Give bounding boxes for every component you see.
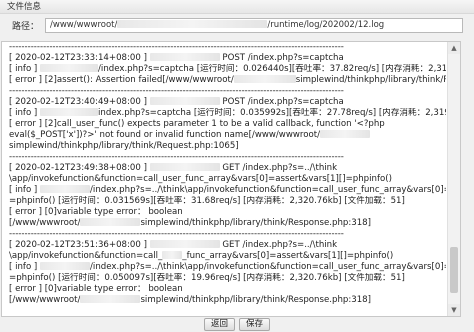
log-content-box[interactable]: ----------------------------------------…	[1, 41, 461, 317]
log-line: ----------------------------------------…	[9, 152, 446, 163]
log-line-text: [ info ]	[9, 108, 41, 118]
log-line-text: =phpinfo() [运行时间：0.031569s][吞吐率：31.68req…	[9, 196, 405, 206]
redacted-segment	[320, 130, 371, 138]
log-text: ----------------------------------------…	[9, 42, 446, 306]
log-line-rest: GET /index.php?s=../\think	[219, 240, 338, 250]
redacted-path-segment	[117, 19, 268, 28]
path-row: 路径： /www/wwwroot/ /runtime/log/202002/12.…	[0, 14, 474, 36]
back-button[interactable]: 返回	[203, 318, 235, 331]
log-line-text: ----------------------------------------…	[9, 42, 344, 52]
log-line-rest: /index.php?s=captcha [运行时间：0.026440s][吞吐…	[98, 64, 446, 74]
log-line: \app/invokefunction&function=call_user_f…	[9, 174, 446, 185]
button-row: 返回 保存	[0, 318, 474, 332]
log-line: [ info ] /index.php?s=../\think\app/invo…	[9, 185, 446, 196]
log-line-text: \app/invokefunction&function=call_	[9, 251, 163, 261]
redacted-segment	[40, 262, 91, 270]
log-line: [ error ] [2]call_user_func() expects pa…	[9, 119, 446, 152]
log-line: [ 2020-02-12T23:51:36+08:00 ] GET /index…	[9, 240, 446, 251]
log-line-text: ----------------------------------------…	[9, 152, 344, 162]
scrollbar-thumb[interactable]	[450, 247, 458, 293]
log-line-text: [ info ]	[9, 185, 41, 195]
log-line-rest: simplewind/thinkphp/library/think/Reques…	[9, 141, 239, 151]
log-line-text: [/www/wwwroot/	[9, 295, 81, 305]
log-line: [ info ] /index.php?s=../\think\app/invo…	[9, 262, 446, 273]
log-line-text: [ error ] [0]variable type error： boolea…	[9, 284, 183, 294]
log-line: [ 2020-02-12T23:49:38+08:00 ] GET /index…	[9, 163, 446, 174]
log-line-rest: _func_array&vars[0]=assert&vars[1][]=php…	[182, 251, 394, 261]
log-line-text: =phpinfo() [运行时间：0.050097s][吞吐率：19.96req…	[9, 273, 405, 283]
log-line-rest: simplewind/thinkphp/library/think/Respon…	[140, 295, 371, 305]
redacted-segment	[162, 251, 183, 259]
path-label: 路径：	[12, 21, 40, 32]
log-line-text: [ 2020-02-12T23:49:38+08:00 ]	[9, 163, 150, 173]
log-line-rest: POST /index.php?s=captcha	[219, 53, 344, 63]
log-line: ----------------------------------------…	[9, 229, 446, 240]
redacted-segment	[40, 64, 99, 72]
log-line-text: [ info ]	[9, 262, 41, 272]
log-line: [/www/wwwroot/simplewind/thinkphp/librar…	[9, 218, 446, 229]
log-line-text: [ 2020-02-12T23:40:49+08:00 ]	[9, 97, 150, 107]
file-info-section-title: 文件信息	[0, 0, 474, 14]
redacted-segment	[233, 75, 296, 83]
triangle-up-icon[interactable]: ▲	[448, 42, 460, 54]
log-line-rest: GET /index.php?s=../\think	[219, 163, 338, 173]
log-line: [ 2020-02-12T23:33:14+08:00 ] POST /inde…	[9, 53, 446, 64]
path-field[interactable]: /www/wwwroot/ /runtime/log/202002/12.log	[45, 17, 464, 33]
log-line-rest: index.php?s=captcha [运行时间：0.035992s][吞吐率…	[98, 108, 446, 118]
log-line-rest: POST /index.php?s=captcha	[219, 97, 344, 107]
log-line-text: [ info ]	[9, 64, 41, 74]
redacted-segment	[149, 97, 220, 105]
redacted-segment	[40, 108, 99, 116]
path-suffix: /runtime/log/202002/12.log	[267, 19, 385, 30]
log-line: \app/invokefunction&function=call_ _func_…	[9, 251, 446, 262]
log-line-text: [ error ] [0]variable type error： boolea…	[9, 207, 183, 217]
log-line: ----------------------------------------…	[9, 42, 446, 53]
log-line: ----------------------------------------…	[9, 86, 446, 97]
log-line-text: [/www/wwwroot/	[9, 218, 81, 228]
log-line-rest: simplewind/thinkphp/library/think/Reques…	[295, 75, 446, 85]
redacted-segment	[80, 295, 141, 303]
log-line: [ 2020-02-12T23:40:49+08:00 ] POST /inde…	[9, 97, 446, 108]
log-line-text: [ 2020-02-12T23:33:14+08:00 ]	[9, 53, 150, 63]
path-prefix: /www/wwwroot/	[50, 19, 118, 30]
log-line-rest: /index.php?s=../\think\app/invokefunctio…	[90, 262, 446, 272]
log-line-text: ----------------------------------------…	[9, 86, 344, 96]
log-line: =phpinfo() [运行时间：0.050097s][吞吐率：19.96req…	[9, 273, 446, 284]
log-line-text: \app/invokefunction&function=call_user_f…	[9, 174, 392, 184]
redacted-segment	[149, 53, 220, 61]
save-button[interactable]: 保存	[239, 318, 271, 331]
redacted-segment	[80, 218, 141, 226]
log-line-text: [ 2020-02-12T23:51:36+08:00 ]	[9, 240, 150, 250]
triangle-down-icon[interactable]: ▼	[448, 304, 460, 316]
log-line: [ error ] [0]variable type error： boolea…	[9, 284, 446, 295]
log-line: [/www/wwwroot/simplewind/thinkphp/librar…	[9, 295, 446, 306]
log-line: [ error ] [2]assert(): Assertion failed[…	[9, 75, 446, 86]
log-line: [ error ] [0]variable type error： boolea…	[9, 207, 446, 218]
log-line-text: ----------------------------------------…	[9, 229, 344, 239]
log-line: [ info ] /index.php?s=captcha [运行时间：0.02…	[9, 64, 446, 75]
log-line: [ info ] index.php?s=captcha [运行时间：0.035…	[9, 108, 446, 119]
log-line: =phpinfo() [运行时间：0.031569s][吞吐率：31.68req…	[9, 196, 446, 207]
redacted-segment	[149, 240, 220, 248]
log-line-text: [ error ] [2]assert(): Assertion failed[…	[9, 75, 234, 85]
vertical-scrollbar[interactable]: ▲ ▼	[447, 42, 460, 316]
redacted-segment	[149, 163, 220, 171]
log-line-rest: /index.php?s=../\think\app/invokefunctio…	[90, 185, 446, 195]
log-line-rest: simplewind/thinkphp/library/think/Respon…	[140, 218, 371, 228]
redacted-segment	[40, 185, 91, 193]
